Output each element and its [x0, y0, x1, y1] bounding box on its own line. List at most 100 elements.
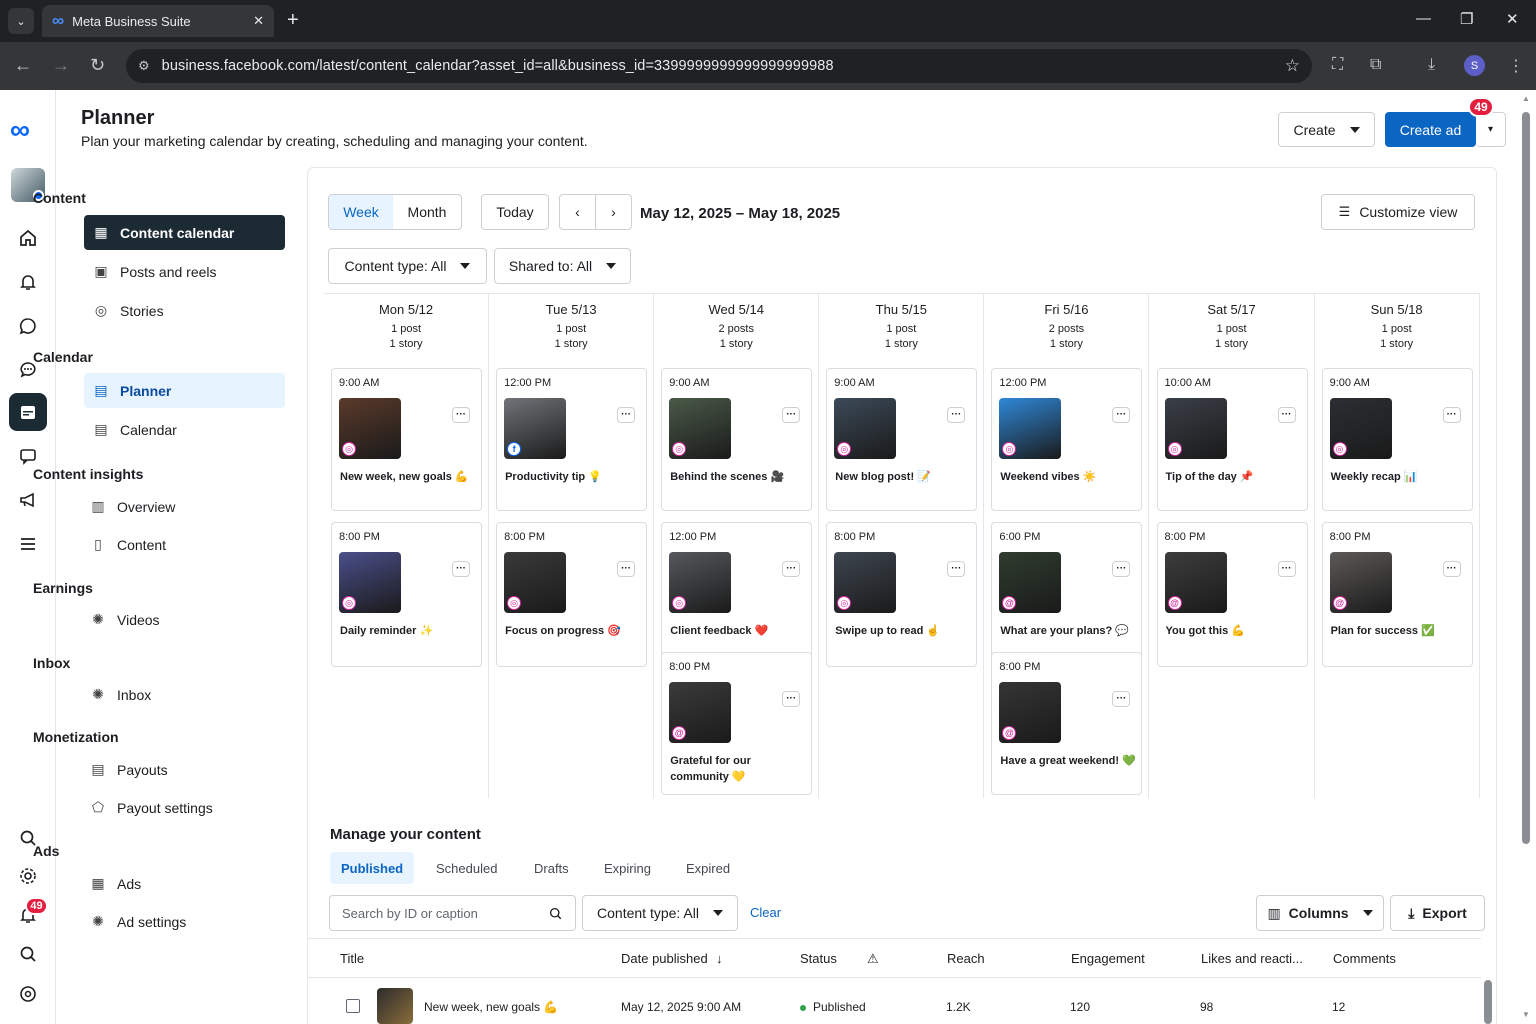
tab-published[interactable]: Published	[330, 852, 415, 884]
manage-content-type-filter[interactable]: Content type: All	[582, 895, 738, 931]
download-icon[interactable]: ⤓	[1428, 56, 1435, 74]
settings-gear-icon[interactable]	[14, 862, 42, 890]
profile-avatar[interactable]: S	[1464, 55, 1485, 76]
more-options-icon[interactable]: ···	[782, 691, 801, 707]
post-card[interactable]: 12:00 PM ◎ ··· Weekend vibes ☀️	[991, 368, 1143, 511]
more-options-icon[interactable]: ···	[782, 407, 801, 423]
post-card[interactable]: 9:00 AM ◎ ··· Weekly recap 📊	[1321, 368, 1473, 511]
shared-to-filter[interactable]: Shared to: All	[494, 248, 631, 284]
meta-logo-icon[interactable]: ∞	[10, 114, 30, 146]
new-tab-icon[interactable]: +	[287, 9, 299, 31]
more-options-icon[interactable]: ···	[452, 561, 470, 577]
col-comments[interactable]: Comments	[1333, 951, 1396, 966]
bookmark-star-icon[interactable]: ☆	[1285, 56, 1300, 76]
row-title[interactable]: New week, new goals 💪	[424, 1000, 558, 1014]
megaphone-icon[interactable]	[14, 486, 42, 514]
post-card[interactable]: 8:00 PM @ ··· Have a great weekend! 💚	[991, 652, 1143, 795]
post-card[interactable]: 12:00 PM ◎ ··· Client feedback ❤️	[661, 522, 813, 667]
content-type-filter[interactable]: Content type: All	[328, 248, 487, 284]
clear-filters-link[interactable]: Clear	[750, 905, 781, 920]
post-card[interactable]: 9:00 AM ◎ ··· New blog post! 📝	[826, 368, 978, 511]
browser-menu-icon[interactable]: ⋮	[1508, 56, 1524, 76]
sort-down-icon[interactable]: ↓	[716, 951, 723, 966]
sidebar-item-content-calendar[interactable]: ▦ Content calendar	[84, 215, 285, 250]
post-thumbnail[interactable]: @	[999, 682, 1062, 743]
sidebar-item-calendar[interactable]: ▤ Calendar	[84, 412, 285, 447]
create-button[interactable]: Create	[1278, 112, 1375, 147]
site-info-icon[interactable]: ⚙	[138, 58, 150, 74]
post-card[interactable]: 9:00 AM ◎ ··· Behind the scenes 🎥	[661, 368, 813, 511]
warning-icon[interactable]: ⚠	[867, 951, 879, 967]
tab-scheduled[interactable]: Scheduled	[425, 852, 508, 884]
sidebar-item-payouts[interactable]: ▤ Payouts	[81, 752, 282, 787]
search-secondary-icon[interactable]	[14, 940, 42, 968]
notifications-bell-icon[interactable]	[14, 268, 42, 296]
sidebar-item-planner[interactable]: ▤ Planner	[84, 373, 285, 408]
translate-icon[interactable]: ⛶	[1332, 56, 1343, 74]
prev-week-button[interactable]: ‹	[559, 194, 596, 230]
extensions-icon[interactable]: ⧉	[1370, 56, 1381, 74]
post-card[interactable]: 8:00 PM ◎ ··· Daily reminder ✨	[331, 522, 482, 667]
next-week-button[interactable]: ›	[595, 194, 632, 230]
columns-button[interactable]: ▥ Columns	[1256, 895, 1384, 931]
post-thumbnail[interactable]: @	[1164, 552, 1227, 613]
post-thumbnail[interactable]: @	[669, 682, 732, 743]
sidebar-item-overview[interactable]: ▥ Overview	[81, 489, 282, 524]
post-thumbnail[interactable]: @	[1329, 552, 1392, 613]
post-card[interactable]: 8:00 PM @ ··· Plan for success ✅	[1321, 522, 1473, 667]
post-card[interactable]: 6:00 PM @ ··· What are your plans? 💬	[991, 522, 1143, 667]
post-card[interactable]: 9:00 AM ◎ ··· New week, new goals 💪	[331, 368, 482, 511]
more-options-icon[interactable]: ···	[1112, 407, 1131, 423]
planner-nav-icon[interactable]	[9, 393, 47, 431]
more-options-icon[interactable]: ···	[617, 561, 636, 577]
more-options-icon[interactable]: ···	[452, 407, 470, 423]
more-options-icon[interactable]: ···	[1112, 691, 1131, 707]
create-ad-button[interactable]: Create ad	[1385, 112, 1476, 147]
help-icon[interactable]	[14, 980, 42, 1008]
tab-search-icon[interactable]: ⌄	[8, 8, 34, 34]
tab-close-icon[interactable]: ✕	[253, 13, 264, 29]
post-card[interactable]: 8:00 PM @ ··· Grateful for our community 💛	[661, 652, 813, 795]
forward-icon[interactable]: →	[52, 55, 70, 75]
more-options-icon[interactable]: ···	[947, 561, 966, 577]
more-options-icon[interactable]: ···	[617, 407, 636, 423]
sidebar-item-videos[interactable]: ✺ Videos	[81, 602, 282, 637]
post-thumbnail[interactable]: @	[999, 552, 1062, 613]
more-options-icon[interactable]: ···	[1442, 561, 1461, 577]
post-thumbnail[interactable]: ◎	[504, 552, 567, 613]
scroll-up-icon[interactable]: ▲	[1522, 94, 1530, 103]
messages-icon[interactable]	[14, 312, 42, 340]
sidebar-item-posts-reels[interactable]: ▣ Posts and reels	[84, 254, 285, 289]
more-options-icon[interactable]: ···	[947, 407, 966, 423]
post-thumbnail[interactable]: f	[504, 398, 567, 459]
sidebar-item-stories[interactable]: ◎ Stories	[84, 293, 285, 328]
post-card[interactable]: 10:00 AM ◎ ··· Tip of the day 📌	[1156, 368, 1308, 511]
sidebar-item-ad-settings[interactable]: ✺ Ad settings	[81, 904, 282, 939]
home-icon[interactable]	[14, 224, 42, 252]
post-thumbnail[interactable]: ◎	[834, 552, 897, 613]
col-date-published[interactable]: Date published	[621, 951, 708, 966]
week-view-button[interactable]: Week	[329, 195, 393, 229]
tab-expired[interactable]: Expired	[675, 852, 741, 884]
col-engagement[interactable]: Engagement	[1071, 951, 1145, 966]
more-options-icon[interactable]: ···	[1442, 407, 1461, 423]
today-button[interactable]: Today	[481, 194, 549, 230]
col-status[interactable]: Status	[800, 951, 837, 966]
sidebar-item-payout-settings[interactable]: ⬠ Payout settings	[81, 790, 282, 825]
restore-icon[interactable]: ❐	[1460, 10, 1473, 28]
more-options-icon[interactable]: ···	[1112, 561, 1131, 577]
post-card[interactable]: 8:00 PM @ ··· You got this 💪	[1156, 522, 1308, 667]
post-card[interactable]: 12:00 PM f ··· Productivity tip 💡	[496, 368, 648, 511]
page-scrollbar[interactable]	[1522, 112, 1530, 844]
tab-expiring[interactable]: Expiring	[593, 852, 662, 884]
row-checkbox[interactable]	[346, 999, 360, 1013]
browser-tab[interactable]: ∞ Meta Business Suite ✕	[42, 5, 274, 37]
more-options-icon[interactable]: ···	[782, 561, 801, 577]
back-icon[interactable]: ←	[14, 55, 32, 75]
tab-drafts[interactable]: Drafts	[523, 852, 580, 884]
col-reach[interactable]: Reach	[947, 951, 985, 966]
col-title[interactable]: Title	[340, 951, 364, 966]
table-scrollbar[interactable]	[1484, 980, 1492, 1024]
col-likes[interactable]: Likes and reacti...	[1201, 951, 1303, 966]
sidebar-item-content[interactable]: ▯ Content	[81, 527, 282, 562]
